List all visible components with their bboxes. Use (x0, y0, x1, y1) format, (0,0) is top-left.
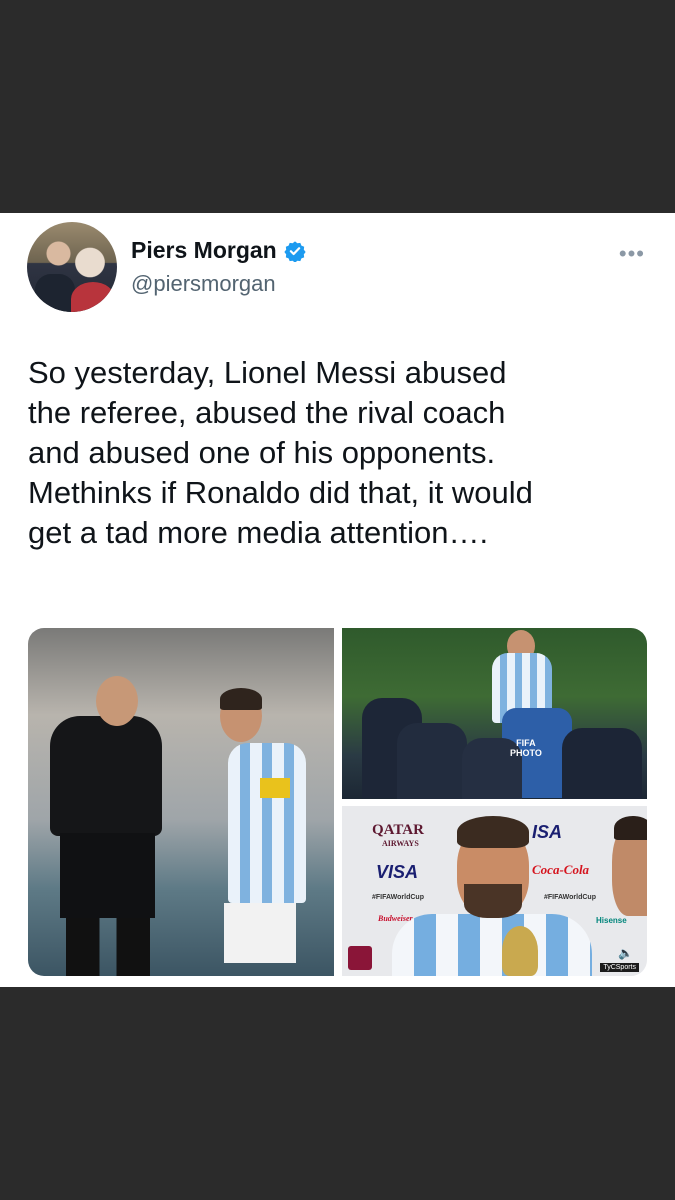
sponsor-cocacola: Coca-Cola (532, 862, 590, 877)
sponsor-airways: AIRWAYS (382, 839, 419, 848)
avatar-figure-left (35, 274, 75, 312)
volume-icon[interactable]: 🔈 (618, 946, 633, 960)
tv-channel-bug: TyCSports (600, 963, 639, 972)
referee-legs (66, 918, 150, 976)
author-handle[interactable]: @piersmorgan (131, 271, 276, 297)
player-hair (220, 688, 262, 710)
sponsor-qatar: QATAR (372, 822, 424, 838)
photo-referee-messi[interactable] (28, 628, 334, 976)
staff-figure (562, 728, 642, 799)
captain-armband (260, 778, 290, 798)
fifa-logo-icon (348, 946, 372, 970)
sponsor-visa-partial: ISA (532, 822, 563, 842)
referee-head (96, 676, 138, 726)
author-avatar[interactable] (27, 222, 117, 312)
side-person-hair (614, 816, 647, 840)
more-options-icon[interactable]: ••• (619, 241, 645, 267)
author-name-row[interactable]: Piers Morgan (131, 237, 306, 264)
hashtag-text: #FIFAWorldCup (372, 894, 424, 901)
sponsor-hisense: Hisense (596, 916, 627, 925)
microphone-icon (502, 926, 538, 976)
verified-badge-icon (284, 240, 306, 262)
photo-interview[interactable]: QATAR AIRWAYS VISA #FIFAWorldCup Budweis… (342, 806, 647, 976)
player-figure (228, 743, 306, 903)
sponsor-visa: VISA (376, 862, 419, 882)
media-grid: FIFA PHOTO QATAR AIRWAYS VISA #FIFAWorld… (28, 628, 647, 978)
player-hair (457, 816, 529, 848)
photo-pitch-crowd[interactable]: FIFA PHOTO (342, 628, 647, 799)
author-name[interactable]: Piers Morgan (131, 237, 277, 264)
hashtag-text: #FIFAWorldCup (544, 894, 596, 901)
fifa-photo-watermark: FIFA PHOTO (510, 738, 542, 758)
player-beard (464, 884, 522, 918)
referee-figure (50, 716, 162, 836)
avatar-figure-right (71, 282, 115, 312)
player-shirt (392, 914, 592, 976)
staff-figure (397, 723, 467, 799)
tweet-card[interactable]: Piers Morgan @piersmorgan ••• So yesterd… (0, 213, 675, 987)
referee-shorts (60, 833, 155, 918)
tweet-text: So yesterday, Lionel Messi abused the re… (28, 355, 533, 550)
player-shorts (224, 903, 296, 963)
